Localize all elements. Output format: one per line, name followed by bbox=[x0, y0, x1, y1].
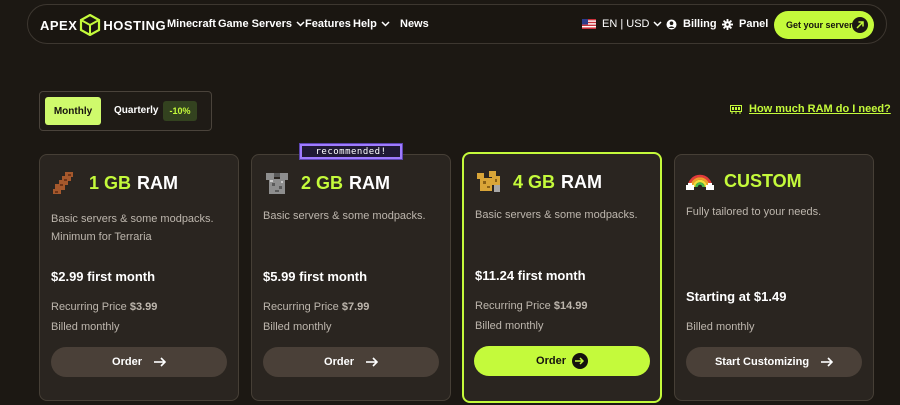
logo-text-apex: APEX bbox=[40, 17, 78, 33]
quarterly-option[interactable]: Quarterly bbox=[114, 105, 158, 116]
user-icon bbox=[666, 19, 677, 29]
plan-card-2gb: 2 GB RAM Basic servers & some modpacks. … bbox=[251, 154, 451, 401]
customize-label: Start Customizing bbox=[714, 356, 810, 368]
recurring-value: $7.99 bbox=[341, 301, 370, 313]
plan-card-custom: CUSTOM Fully tailored to your needs. Sta… bbox=[674, 154, 874, 401]
recurring-value: $14.99 bbox=[553, 300, 588, 312]
plan-price: $11.24 first month bbox=[475, 268, 586, 283]
plan-billing-note: Billed monthly bbox=[475, 320, 544, 332]
plan-billing-note: Billed monthly bbox=[686, 321, 755, 333]
nav-link-news[interactable]: News bbox=[400, 18, 429, 30]
discount-badge: -10% bbox=[163, 101, 197, 121]
plan-recurring: Recurring Price $7.99 bbox=[263, 301, 369, 313]
chevron-down-icon bbox=[653, 21, 663, 27]
plan-description: Basic servers & some modpacks. bbox=[263, 210, 426, 222]
recurring-value: $3.99 bbox=[129, 301, 158, 313]
gold-armor-icon bbox=[477, 171, 500, 192]
arrow-right-icon bbox=[571, 353, 588, 369]
monthly-option[interactable]: Monthly bbox=[45, 97, 101, 125]
plan-unit: RAM bbox=[349, 172, 391, 193]
plan-title: 2 GB RAM bbox=[263, 169, 390, 197]
arrow-right-icon bbox=[365, 357, 378, 367]
arrow-right-icon bbox=[821, 357, 834, 367]
order-label: Order bbox=[536, 355, 566, 367]
plan-billing-note: Billed monthly bbox=[263, 321, 332, 333]
order-button-1gb[interactable]: Order bbox=[51, 347, 227, 377]
panel-label: Panel bbox=[739, 18, 769, 30]
chevron-down-icon bbox=[381, 21, 390, 27]
chevron-down-icon bbox=[296, 21, 305, 27]
plan-billing-note: Billed monthly bbox=[51, 321, 120, 333]
us-flag-icon bbox=[582, 19, 596, 29]
recurring-label: Recurring Price bbox=[263, 301, 339, 313]
iron-chestplate-icon bbox=[266, 173, 288, 194]
plan-description: Basic servers & some modpacks. Minimum f… bbox=[51, 213, 214, 243]
nav-link-label: News bbox=[400, 18, 429, 30]
billing-label: Billing bbox=[683, 18, 717, 30]
plan-size: 2 GB bbox=[301, 172, 344, 193]
ram-help-label: How much RAM do I need? bbox=[749, 103, 891, 115]
plan-unit: RAM bbox=[137, 172, 179, 193]
gear-icon bbox=[722, 18, 733, 30]
nav-link-label: Features bbox=[305, 18, 351, 30]
start-customizing-button[interactable]: Start Customizing bbox=[686, 347, 862, 377]
nav-link-minecraft[interactable]: Minecraft bbox=[167, 18, 216, 30]
billing-period-toggle: Monthly Quarterly -10% bbox=[39, 91, 212, 131]
arrow-right-icon bbox=[153, 357, 166, 367]
nav-link-label: Help bbox=[353, 18, 377, 30]
rainbow-icon bbox=[686, 174, 714, 190]
cta-label: Get your server bbox=[786, 20, 853, 30]
nav-link-game-servers[interactable]: Game Servers bbox=[218, 18, 305, 30]
panel-link[interactable]: Panel bbox=[722, 18, 768, 30]
plan-title: 4 GB RAM bbox=[475, 168, 602, 196]
plan-starting-price: Starting at $1.49 bbox=[686, 289, 787, 304]
get-your-server-button[interactable]: Get your server bbox=[774, 11, 874, 39]
plan-title: CUSTOM bbox=[686, 167, 808, 195]
locale-label: EN | USD bbox=[602, 18, 650, 30]
order-label: Order bbox=[112, 356, 142, 368]
plan-description: Basic servers & some modpacks. bbox=[475, 209, 638, 221]
recommended-badge: recommended! bbox=[300, 144, 402, 159]
cube-logo-icon bbox=[80, 14, 101, 36]
order-button-2gb[interactable]: Order bbox=[263, 347, 439, 377]
plan-size: CUSTOM bbox=[724, 170, 802, 191]
ram-help-link[interactable]: How much RAM do I need? bbox=[730, 103, 891, 115]
nav-link-features[interactable]: Features bbox=[305, 18, 351, 30]
recurring-label: Recurring Price bbox=[475, 300, 551, 312]
plan-card-1gb: 1 GB RAM Basic servers & some modpacks. … bbox=[39, 154, 239, 401]
recurring-label: Recurring Price bbox=[51, 301, 127, 313]
plan-title: 1 GB RAM bbox=[51, 169, 178, 197]
order-label: Order bbox=[324, 356, 354, 368]
nav-link-label: Game Servers bbox=[218, 18, 292, 30]
nav-link-help[interactable]: Help bbox=[353, 18, 390, 30]
apex-hosting-logo[interactable]: APEX HOSTING bbox=[40, 14, 166, 36]
locale-selector[interactable]: EN | USD bbox=[582, 18, 663, 30]
plan-size: 4 GB bbox=[513, 171, 556, 192]
leather-boot-icon bbox=[53, 172, 73, 194]
plan-size: 1 GB bbox=[89, 172, 132, 193]
nav-link-label: Minecraft bbox=[167, 18, 216, 30]
arrow-up-right-icon bbox=[852, 17, 868, 33]
logo-text-hosting: HOSTING bbox=[103, 17, 167, 33]
top-navigation: APEX HOSTING Minecraft Game Servers Feat… bbox=[27, 4, 887, 44]
plan-price: $2.99 first month bbox=[51, 269, 156, 284]
plan-unit: RAM bbox=[561, 171, 603, 192]
plan-price: $5.99 first month bbox=[263, 269, 368, 284]
billing-link[interactable]: Billing bbox=[666, 18, 717, 30]
plan-description: Fully tailored to your needs. bbox=[686, 206, 822, 218]
order-button-4gb[interactable]: Order bbox=[474, 346, 650, 376]
plan-card-4gb: 4 GB RAM Basic servers & some modpacks. … bbox=[462, 152, 662, 403]
ram-chip-icon bbox=[730, 104, 742, 114]
plan-recurring: Recurring Price $3.99 bbox=[51, 301, 157, 313]
plan-recurring: Recurring Price $14.99 bbox=[475, 300, 588, 312]
